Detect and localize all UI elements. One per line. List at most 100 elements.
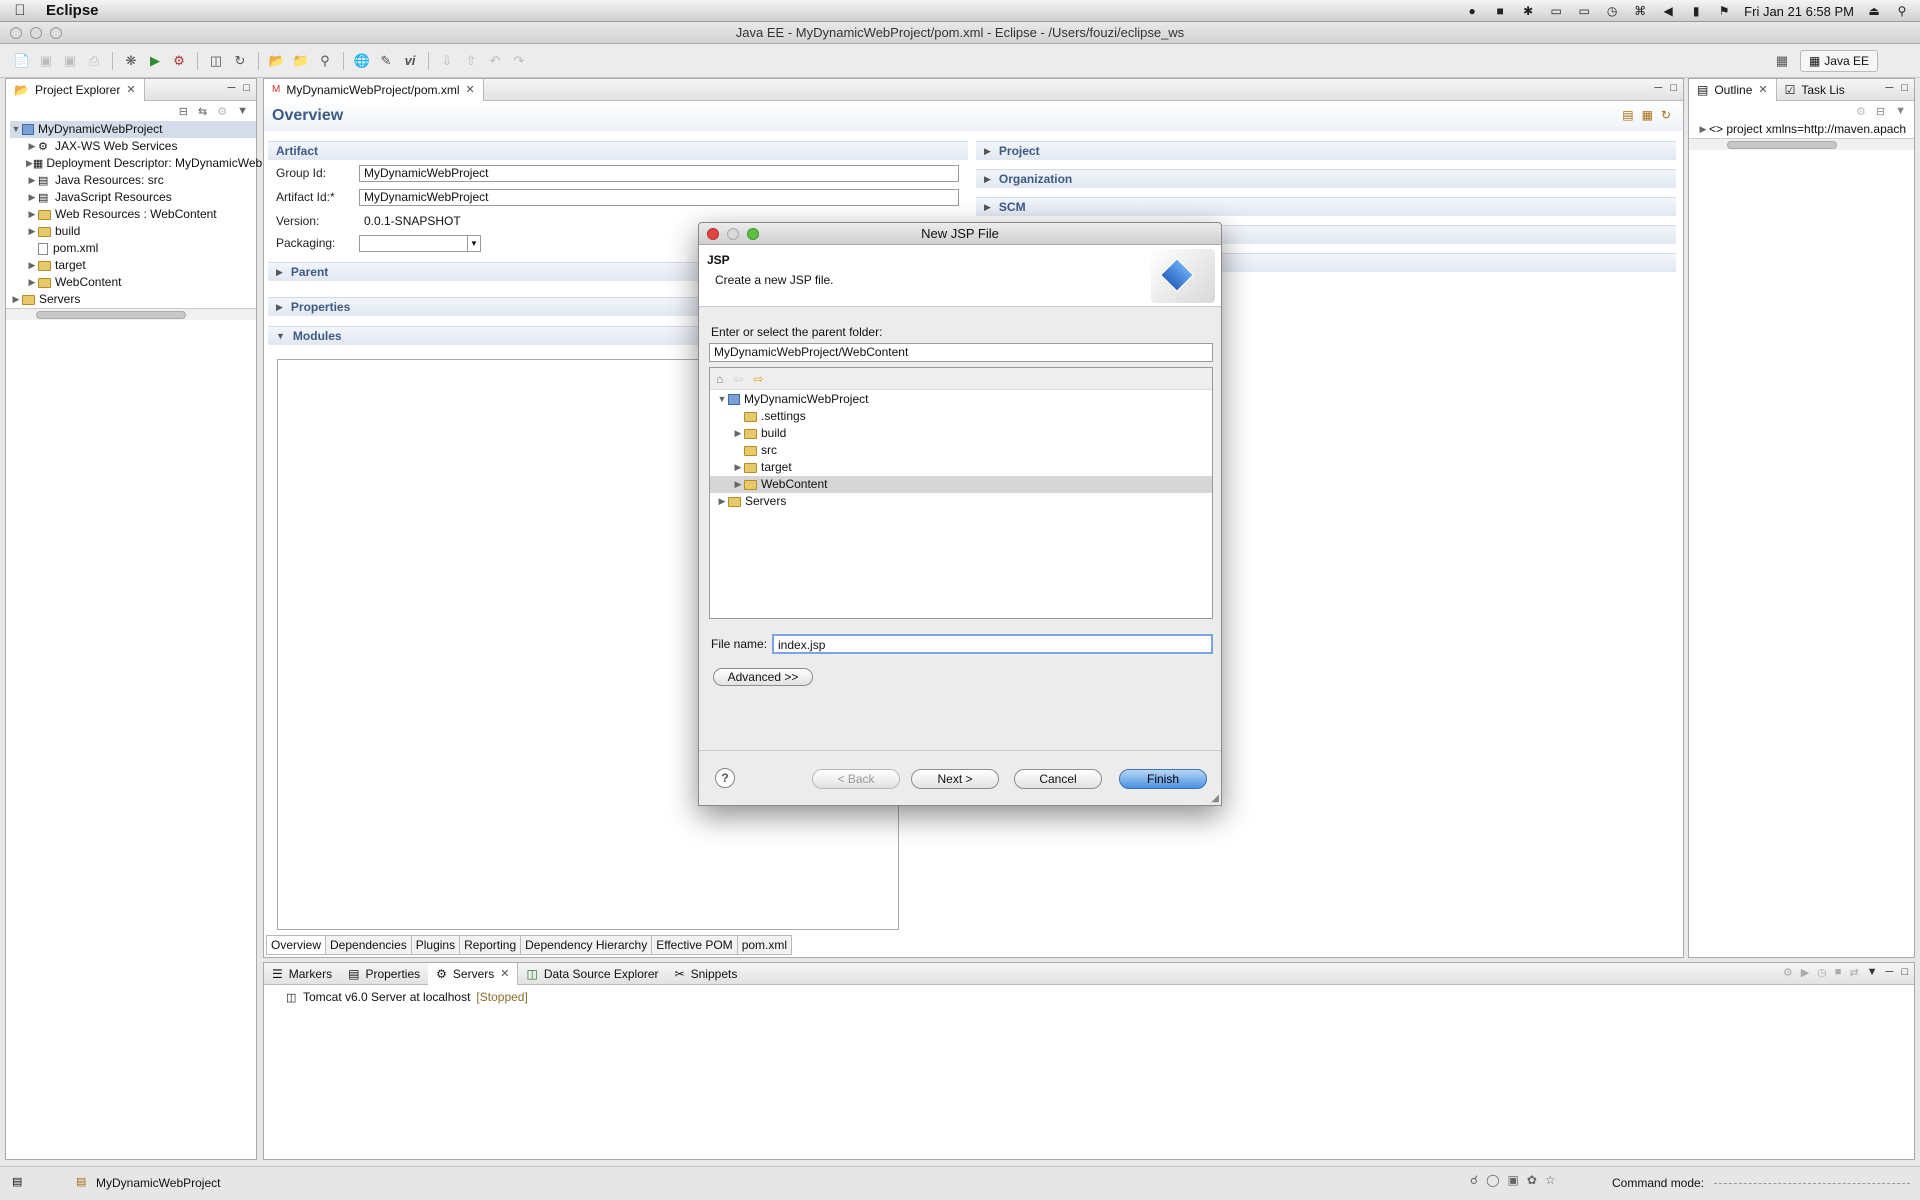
file-name-field[interactable]: index.jsp bbox=[772, 634, 1213, 654]
zoom-dialog-button[interactable] bbox=[747, 228, 759, 240]
scrollbar-thumb[interactable] bbox=[36, 311, 186, 319]
volume-icon[interactable]: ◀ bbox=[1660, 4, 1676, 18]
tree-item[interactable]: ▶ build bbox=[10, 223, 256, 240]
apple-icon[interactable]:  bbox=[0, 2, 40, 19]
minimize-icon[interactable]: ─ bbox=[1886, 966, 1894, 979]
tree-item[interactable]: pom.xml bbox=[10, 240, 256, 257]
cancel-button[interactable]: Cancel bbox=[1014, 769, 1102, 789]
view-menu-icon[interactable]: ▼ bbox=[1867, 966, 1878, 979]
collapsed-icon[interactable]: ▶ bbox=[26, 206, 38, 223]
close-icon[interactable]: ✕ bbox=[466, 79, 475, 101]
tab-dependency-hierarchy[interactable]: Dependency Hierarchy bbox=[521, 935, 653, 955]
open-perspective-icon[interactable]: ▦ bbox=[1772, 51, 1792, 71]
stop-server-icon[interactable]: ■ bbox=[1835, 966, 1842, 979]
horizontal-scrollbar[interactable] bbox=[1689, 138, 1914, 150]
tab-effective-pom[interactable]: Effective POM bbox=[652, 935, 738, 955]
tab-properties[interactable]: ▤ Properties bbox=[340, 963, 428, 985]
print-icon[interactable]: ⎙ bbox=[84, 51, 104, 71]
view-menu-icon[interactable]: ▼ bbox=[1895, 105, 1906, 117]
link-editor-icon[interactable]: ⇆ bbox=[198, 105, 207, 118]
collapsed-icon[interactable]: ▶ bbox=[26, 172, 38, 189]
fast-view-icon[interactable]: ▤ bbox=[12, 1175, 22, 1188]
folder-tree-item[interactable]: ▶ Servers bbox=[716, 493, 1212, 510]
outline-item[interactable]: ▶ <> project xmlns=http://maven.apach bbox=[1689, 121, 1914, 138]
close-icon[interactable]: ✕ bbox=[500, 963, 509, 985]
tree-item[interactable]: ▼ MyDynamicWebProject bbox=[10, 121, 256, 138]
tasks-icon[interactable]: ☌ bbox=[1470, 1173, 1478, 1187]
tab-pom-xml-source[interactable]: pom.xml bbox=[737, 935, 793, 955]
start-server-icon[interactable]: ▶ bbox=[1801, 966, 1809, 979]
minimize-icon[interactable]: ─ bbox=[1655, 82, 1663, 94]
organization-section-header[interactable]: ▶ Organization bbox=[976, 169, 1676, 188]
debug-icon[interactable]: ❋ bbox=[121, 51, 141, 71]
zoom-window-button[interactable] bbox=[50, 27, 62, 39]
plugin-icon[interactable]: ✿ bbox=[1527, 1173, 1537, 1187]
tab-project-explorer[interactable]: 📂 Project Explorer ✕ bbox=[6, 78, 145, 101]
tree-item[interactable]: ▶ Servers bbox=[10, 291, 256, 308]
tab-overview[interactable]: Overview bbox=[266, 935, 327, 955]
collapsed-icon[interactable]: ▶ bbox=[26, 189, 38, 206]
vi-icon[interactable]: vi bbox=[400, 51, 420, 71]
close-icon[interactable]: ✕ bbox=[126, 79, 135, 101]
filter-icon[interactable]: ⚙ bbox=[217, 105, 227, 118]
folder-tree-item[interactable]: ▶ target bbox=[716, 459, 1212, 476]
forward-icon[interactable]: ↷ bbox=[509, 51, 529, 71]
tree-item[interactable]: ▶ WebContent bbox=[10, 274, 256, 291]
close-icon[interactable]: ✕ bbox=[1758, 79, 1767, 101]
collapsed-icon[interactable]: ▶ bbox=[716, 493, 728, 510]
dropbox-icon[interactable]: ■ bbox=[1492, 4, 1508, 18]
back-button[interactable]: < Back bbox=[812, 769, 900, 789]
sort-icon[interactable]: ⚙ bbox=[1856, 105, 1866, 118]
tab-dependencies[interactable]: Dependencies bbox=[326, 935, 412, 955]
tab-data-source-explorer[interactable]: ◫ Data Source Explorer bbox=[518, 963, 666, 985]
collapsed-icon[interactable]: ▶ bbox=[26, 223, 38, 240]
resize-grip-icon[interactable]: ◢ bbox=[1211, 793, 1219, 804]
tab-pom-xml[interactable]: M MyDynamicWebProject/pom.xml ✕ bbox=[264, 78, 484, 101]
collapsed-icon[interactable]: ▶ bbox=[26, 274, 38, 291]
scrollbar-thumb[interactable] bbox=[1727, 141, 1837, 149]
profile-server-icon[interactable]: ◷ bbox=[1817, 966, 1827, 979]
new-server-icon[interactable]: ◫ bbox=[206, 51, 226, 71]
display-icon[interactable]: ▭ bbox=[1576, 4, 1592, 18]
close-dialog-button[interactable] bbox=[707, 228, 719, 240]
star-icon[interactable]: ☆ bbox=[1545, 1173, 1556, 1187]
expanded-icon[interactable]: ▼ bbox=[716, 391, 728, 408]
close-window-button[interactable] bbox=[10, 27, 22, 39]
advanced-button[interactable]: Advanced >> bbox=[713, 668, 813, 686]
tab-snippets[interactable]: ✂ Snippets bbox=[667, 963, 746, 985]
horizontal-scrollbar[interactable] bbox=[6, 308, 256, 320]
globe-icon[interactable]: 🌐 bbox=[352, 51, 372, 71]
wifi-icon[interactable]: ⌘ bbox=[1632, 4, 1648, 18]
minimize-window-button[interactable] bbox=[30, 27, 42, 39]
collapsed-icon[interactable]: ▶ bbox=[26, 138, 38, 155]
flag-icon[interactable]: ⚑ bbox=[1716, 4, 1732, 18]
folder-tree-item[interactable]: ▼ MyDynamicWebProject bbox=[716, 391, 1212, 408]
command-mode-field[interactable] bbox=[1714, 1183, 1910, 1184]
collapsed-icon[interactable]: ▶ bbox=[26, 155, 33, 172]
help-icon[interactable]: ? bbox=[715, 768, 735, 788]
tree-item[interactable]: ▶ target bbox=[10, 257, 256, 274]
tree-item[interactable]: ▶ Web Resources : WebContent bbox=[10, 206, 256, 223]
forward-arrow-icon[interactable]: ⇨ bbox=[753, 372, 763, 386]
tree-item[interactable]: ▶ ⚙ JAX-WS Web Services bbox=[10, 138, 256, 155]
open-pom-icon[interactable]: ▦ bbox=[1642, 108, 1653, 122]
scm-section-header[interactable]: ▶ SCM bbox=[976, 197, 1676, 216]
chevron-down-icon[interactable]: ▼ bbox=[467, 236, 480, 251]
collapsed-icon[interactable]: ▶ bbox=[26, 257, 38, 274]
tree-item[interactable]: ▶ ▦ Deployment Descriptor: MyDynamicWebPro… bbox=[10, 155, 300, 172]
group-id-field[interactable]: MyDynamicWebProject bbox=[359, 165, 959, 182]
refresh-icon[interactable]: ↻ bbox=[1661, 108, 1671, 122]
tab-plugins[interactable]: Plugins bbox=[411, 935, 461, 955]
external-tools-icon[interactable]: ⚙ bbox=[169, 51, 189, 71]
maximize-icon[interactable]: □ bbox=[243, 82, 250, 94]
search-icon[interactable]: ⚲ bbox=[315, 51, 335, 71]
packaging-dropdown[interactable]: ▼ bbox=[359, 235, 481, 252]
project-section-header[interactable]: ▶ Project bbox=[976, 141, 1676, 160]
collapsed-icon[interactable]: ▶ bbox=[732, 476, 744, 493]
minimize-icon[interactable]: ─ bbox=[228, 82, 236, 94]
artifact-id-field[interactable]: MyDynamicWebProject bbox=[359, 189, 959, 206]
open-type-icon[interactable]: 📂 bbox=[267, 51, 287, 71]
pom-icon[interactable]: ▤ bbox=[1622, 108, 1633, 122]
bluetooth-icon[interactable]: ✱ bbox=[1520, 4, 1536, 18]
run-icon[interactable]: ▶ bbox=[145, 51, 165, 71]
